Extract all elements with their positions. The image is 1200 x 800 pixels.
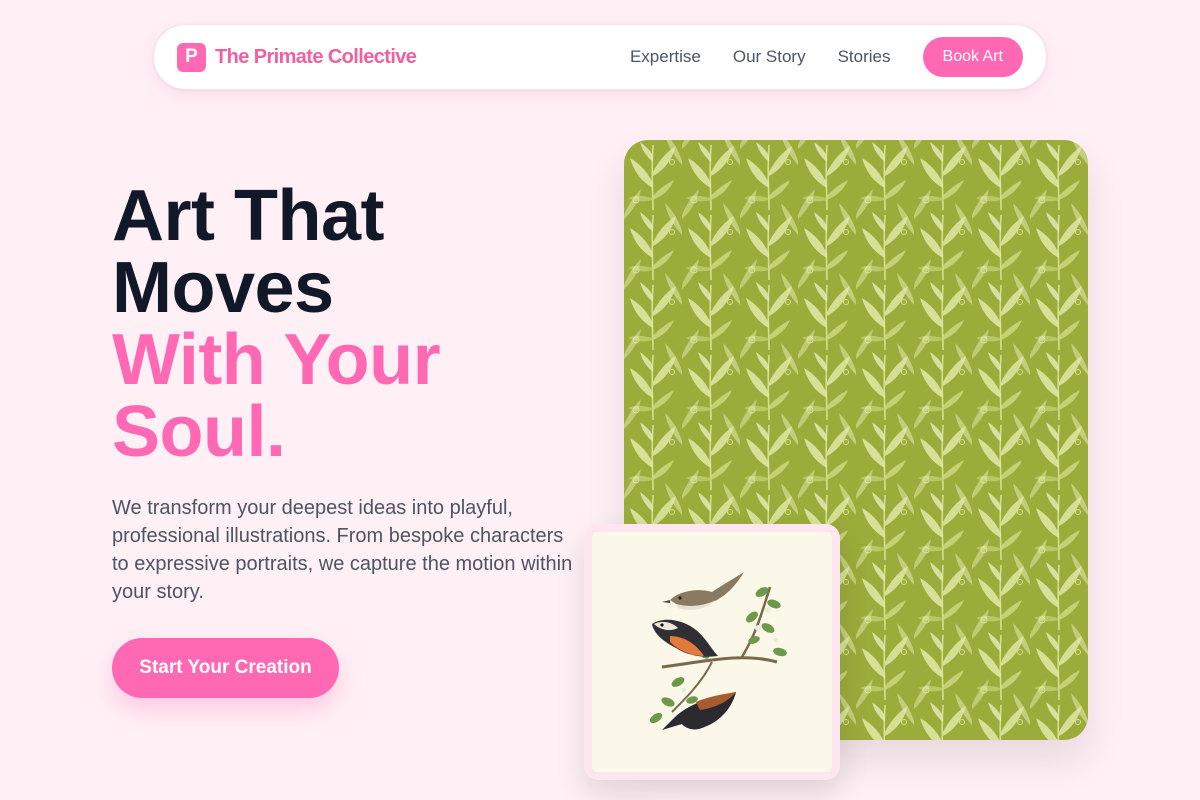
brand-mark-icon: P	[177, 42, 206, 72]
nav-links: Expertise Our Story Stories Book Art	[630, 37, 1023, 77]
nav-link-expertise[interactable]: Expertise	[630, 47, 701, 67]
top-navbar: P The Primate Collective Expertise Our S…	[153, 24, 1047, 90]
bird-illustration-frame	[592, 532, 832, 772]
headline-line-1: Art That	[112, 176, 384, 256]
book-art-button[interactable]: Book Art	[922, 37, 1023, 77]
hero-description: We transform your deepest ideas into pla…	[112, 497, 573, 603]
landing-page: P The Primate Collective Expertise Our S…	[0, 0, 1200, 800]
nav-link-stories[interactable]: Stories	[838, 47, 891, 67]
headline-line-2: Moves	[112, 248, 334, 328]
headline-line-4: Soul.	[112, 392, 286, 472]
brand-logo[interactable]: P The Primate Collective	[177, 42, 417, 72]
nav-link-our-story[interactable]: Our Story	[733, 47, 806, 67]
birds-on-branch-image	[592, 532, 832, 772]
bird-illustration-card	[584, 524, 840, 780]
start-your-creation-button[interactable]: Start Your Creation	[112, 638, 339, 698]
hero-headline: Art That Moves With Your Soul.	[112, 180, 582, 468]
headline-line-3: With Your	[112, 320, 441, 400]
brand-name: The Primate Collective	[215, 45, 417, 68]
